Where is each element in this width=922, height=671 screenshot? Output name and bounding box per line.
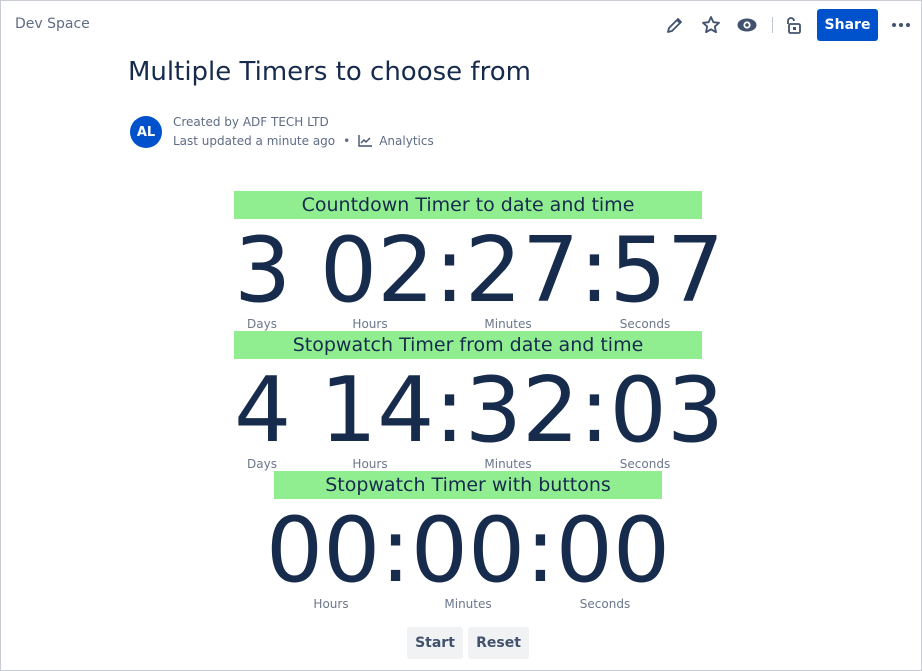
countdown-timer-display: 3 02:27:57: [234, 218, 725, 323]
countdown-days-label: Days: [247, 317, 277, 331]
restrictions-icon[interactable]: [781, 13, 805, 37]
toolbar-divider: [772, 17, 773, 33]
stopwatch-date-days-label: Days: [247, 457, 277, 471]
countdown-seconds-label: Seconds: [619, 317, 671, 331]
analytics-link[interactable]: Analytics: [358, 134, 434, 148]
top-bar: Dev Space Share: [1, 1, 921, 49]
stopwatch-date-hours-label: Hours: [352, 457, 388, 471]
analytics-icon: [358, 134, 373, 147]
byline-separator: •: [343, 133, 351, 148]
space-name-link[interactable]: Dev Space: [15, 16, 90, 32]
stopwatch-buttons-seconds-label: Seconds: [579, 597, 631, 611]
share-button[interactable]: Share: [817, 9, 878, 41]
page-title: Multiple Timers to choose from: [128, 57, 531, 87]
more-icon[interactable]: [889, 13, 913, 37]
byline: Created by ADF TECH LTD Last updated a m…: [173, 112, 434, 150]
stopwatch-buttons-minutes-label: Minutes: [444, 597, 492, 611]
stopwatch-buttons-display: 00:00:00: [265, 498, 671, 603]
analytics-label: Analytics: [379, 133, 434, 148]
countdown-timer-heading: Countdown Timer to date and time: [234, 191, 702, 219]
stopwatch-date-minutes-label: Minutes: [484, 457, 532, 471]
start-button[interactable]: Start: [407, 627, 463, 659]
stopwatch-buttons-hours-label: Hours: [313, 597, 349, 611]
last-updated-link[interactable]: Last updated a minute ago: [173, 134, 335, 148]
stopwatch-date-heading: Stopwatch Timer from date and time: [234, 331, 702, 359]
countdown-minutes-label: Minutes: [484, 317, 532, 331]
stopwatch-buttons-heading: Stopwatch Timer with buttons: [274, 471, 662, 499]
edit-icon[interactable]: [663, 13, 687, 37]
stopwatch-date-display: 4 14:32:03: [234, 358, 725, 463]
created-by-text: Created by ADF TECH LTD: [173, 114, 329, 129]
avatar-initials: AL: [136, 124, 156, 140]
avatar[interactable]: AL: [130, 116, 162, 148]
countdown-hours-label: Hours: [352, 317, 388, 331]
star-icon[interactable]: [699, 13, 723, 37]
watch-icon[interactable]: [735, 13, 759, 37]
stopwatch-date-seconds-label: Seconds: [619, 457, 671, 471]
reset-button[interactable]: Reset: [468, 627, 529, 659]
